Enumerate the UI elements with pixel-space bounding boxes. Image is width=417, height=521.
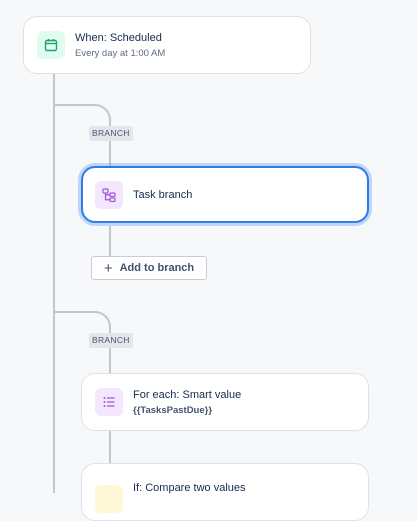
task-branch-card[interactable]: Task branch [81,166,369,223]
trigger-card[interactable]: When: Scheduled Every day at 1:00 AM [23,16,311,74]
trigger-title: When: Scheduled [75,31,162,44]
branch-connector-curve [80,104,111,124]
add-to-branch-button[interactable]: + Add to branch [91,256,207,280]
list-icon [95,388,123,416]
for-each-title: For each: Smart value [133,388,242,401]
calendar-icon [37,31,65,59]
automation-canvas: When: Scheduled Every day at 1:00 AM BRA… [0,0,417,521]
condition-icon [95,485,123,513]
plus-icon: + [103,259,113,277]
for-each-card[interactable]: For each: Smart value {{TasksPastDue}} [81,373,369,431]
condition-card[interactable]: If: Compare two values [81,463,369,521]
branch-icon [95,180,123,209]
for-each-smart-value: {{TasksPastDue}} [133,404,213,416]
branch-connector-v [109,430,111,464]
add-to-branch-label: Add to branch [119,262,195,274]
branch-tag: BRANCH [89,333,133,348]
trigger-subtitle: Every day at 1:00 AM [75,47,166,59]
task-branch-title: Task branch [133,188,193,201]
main-connector [53,73,55,493]
branch-connector-curve [80,311,111,331]
branch-tag: BRANCH [89,126,133,141]
branch-connector-v [109,226,111,256]
